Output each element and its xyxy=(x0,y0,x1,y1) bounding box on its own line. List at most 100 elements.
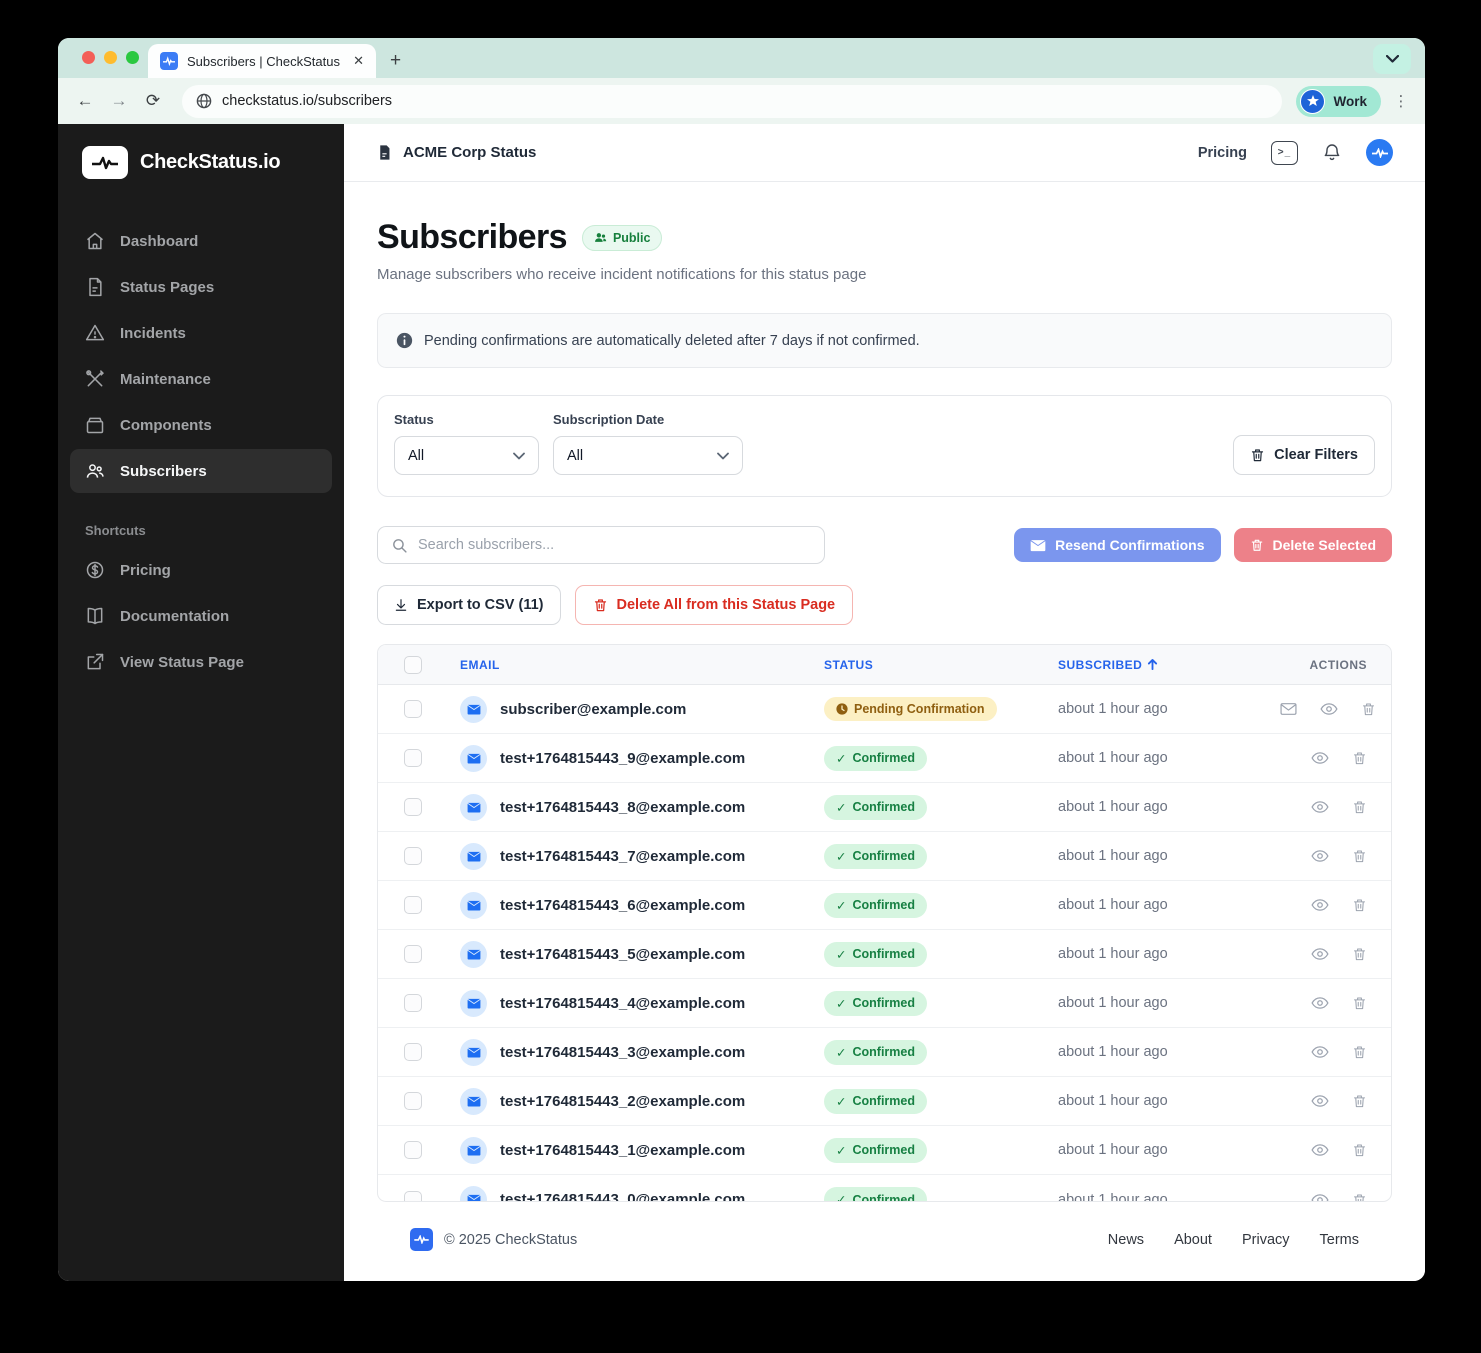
book-icon xyxy=(87,607,103,625)
sidebar-item-label: Maintenance xyxy=(120,370,211,388)
clear-filters-button[interactable]: Clear Filters xyxy=(1233,435,1375,475)
delete-selected-button[interactable]: Delete Selected xyxy=(1233,528,1392,562)
status-badge: ✓ Confirmed xyxy=(824,1187,927,1201)
delete-icon-button[interactable] xyxy=(1352,750,1367,766)
new-tab-button[interactable]: + xyxy=(390,51,401,70)
tab-close-icon[interactable]: ✕ xyxy=(351,53,366,69)
browser-menu-icon[interactable]: ⋮ xyxy=(1391,86,1411,116)
view-icon-button[interactable] xyxy=(1311,750,1329,766)
delete-icon-button[interactable] xyxy=(1352,799,1367,815)
delete-icon-button[interactable] xyxy=(1352,995,1367,1011)
sidebar-item-documentation[interactable]: Documentation xyxy=(70,594,332,638)
row-checkbox[interactable] xyxy=(404,945,422,963)
workspace-switcher[interactable]: ACME Corp Status xyxy=(376,144,536,161)
page-title: Subscribers xyxy=(377,218,568,256)
sidebar-item-maintenance[interactable]: Maintenance xyxy=(70,357,332,401)
app-logo[interactable]: CheckStatus.io xyxy=(58,146,344,179)
sidebar-item-view-status-page[interactable]: View Status Page xyxy=(70,640,332,684)
download-icon xyxy=(395,599,407,611)
sidebar-item-incidents[interactable]: Incidents xyxy=(70,311,332,355)
subscriber-email: test+1764815443_1@example.com xyxy=(500,1141,746,1159)
row-checkbox[interactable] xyxy=(404,847,422,865)
view-icon-button[interactable] xyxy=(1311,1044,1329,1060)
status-filter-select[interactable]: All xyxy=(394,436,539,475)
column-header-subscribed[interactable]: SUBSCRIBED xyxy=(1058,658,1280,672)
view-icon-button[interactable] xyxy=(1320,701,1338,717)
export-csv-button[interactable]: Export to CSV (11) xyxy=(377,585,561,625)
view-icon-button[interactable] xyxy=(1311,1142,1329,1158)
browser-profile-chip[interactable]: Work xyxy=(1296,85,1381,117)
subscribed-time: about 1 hour ago xyxy=(1058,1044,1168,1060)
row-checkbox[interactable] xyxy=(404,749,422,767)
footer-link-privacy[interactable]: Privacy xyxy=(1242,1232,1290,1248)
sidebar-item-status-pages[interactable]: Status Pages xyxy=(70,265,332,309)
table-row: test+1764815443_3@example.com ✓ Confirme… xyxy=(378,1028,1391,1077)
account-avatar[interactable] xyxy=(1366,139,1393,166)
maximize-window-button[interactable] xyxy=(126,51,139,64)
view-icon-button[interactable] xyxy=(1311,1192,1329,1201)
browser-tab[interactable]: Subscribers | CheckStatus ✕ xyxy=(148,44,376,78)
view-icon-button[interactable] xyxy=(1311,848,1329,864)
sort-ascending-icon xyxy=(1148,659,1158,670)
column-header-status[interactable]: STATUS xyxy=(824,658,1058,672)
delete-all-button[interactable]: Delete All from this Status Page xyxy=(574,585,854,625)
back-button[interactable]: ← xyxy=(70,86,100,116)
header-pricing-link[interactable]: Pricing xyxy=(1198,145,1247,161)
document-icon xyxy=(89,277,102,297)
column-header-email[interactable]: EMAIL xyxy=(460,658,824,672)
sidebar-item-dashboard[interactable]: Dashboard xyxy=(70,219,332,263)
delete-icon-button[interactable] xyxy=(1352,946,1367,962)
view-icon-button[interactable] xyxy=(1311,995,1329,1011)
delete-icon-button[interactable] xyxy=(1352,1192,1367,1201)
footer-links: News About Privacy Terms xyxy=(1108,1232,1359,1248)
close-window-button[interactable] xyxy=(82,51,95,64)
sidebar-item-pricing[interactable]: Pricing xyxy=(70,548,332,592)
view-icon-button[interactable] xyxy=(1311,799,1329,815)
bell-icon[interactable] xyxy=(1322,142,1342,163)
terminal-icon[interactable]: >_ xyxy=(1271,140,1298,165)
view-icon-button[interactable] xyxy=(1311,1093,1329,1109)
resend-confirmations-button[interactable]: Resend Confirmations xyxy=(1014,528,1221,562)
row-checkbox[interactable] xyxy=(404,798,422,816)
url-bar[interactable]: checkstatus.io/subscribers xyxy=(182,84,1283,118)
minimize-window-button[interactable] xyxy=(104,51,117,64)
delete-icon-button[interactable] xyxy=(1352,848,1367,864)
delete-icon-button[interactable] xyxy=(1352,1093,1367,1109)
footer-link-about[interactable]: About xyxy=(1174,1232,1212,1248)
delete-icon-button[interactable] xyxy=(1352,897,1367,913)
row-checkbox[interactable] xyxy=(404,1092,422,1110)
site-info-icon[interactable] xyxy=(196,93,212,109)
sidebar-item-components[interactable]: Components xyxy=(70,403,332,447)
row-checkbox[interactable] xyxy=(404,700,422,718)
view-icon-button[interactable] xyxy=(1311,946,1329,962)
row-checkbox[interactable] xyxy=(404,1190,422,1201)
row-checkbox[interactable] xyxy=(404,1043,422,1061)
resend-email-icon-button[interactable] xyxy=(1280,701,1297,717)
sidebar-item-subscribers[interactable]: Subscribers xyxy=(70,449,332,493)
email-avatar-icon xyxy=(460,1136,487,1164)
row-checkbox[interactable] xyxy=(404,1141,422,1159)
delete-icon-button[interactable] xyxy=(1361,701,1376,717)
check-icon: ✓ xyxy=(836,898,847,913)
footer-link-terms[interactable]: Terms xyxy=(1320,1232,1359,1248)
warning-triangle-icon xyxy=(85,324,105,341)
info-banner: Pending confirmations are automatically … xyxy=(377,313,1392,368)
view-icon-button[interactable] xyxy=(1311,897,1329,913)
subscriber-email: test+1764815443_4@example.com xyxy=(500,994,746,1012)
reload-button[interactable]: ⟳ xyxy=(138,86,168,116)
footer-link-news[interactable]: News xyxy=(1108,1232,1144,1248)
search-box[interactable] xyxy=(377,526,825,564)
browser-window: Subscribers | CheckStatus ✕ + ← → ⟳ chec… xyxy=(58,38,1425,1281)
forward-button[interactable]: → xyxy=(104,86,134,116)
search-input[interactable] xyxy=(418,537,811,553)
select-all-checkbox[interactable] xyxy=(404,655,422,674)
table-row: test+1764815443_1@example.com ✓ Confirme… xyxy=(378,1126,1391,1175)
delete-icon-button[interactable] xyxy=(1352,1142,1367,1158)
row-checkbox[interactable] xyxy=(404,896,422,914)
date-filter-select[interactable]: All xyxy=(553,436,743,475)
subscribed-time: about 1 hour ago xyxy=(1058,848,1168,864)
sidebar-item-label: Incidents xyxy=(120,324,186,342)
tab-search-button[interactable] xyxy=(1373,44,1411,74)
row-checkbox[interactable] xyxy=(404,994,422,1012)
delete-icon-button[interactable] xyxy=(1352,1044,1367,1060)
